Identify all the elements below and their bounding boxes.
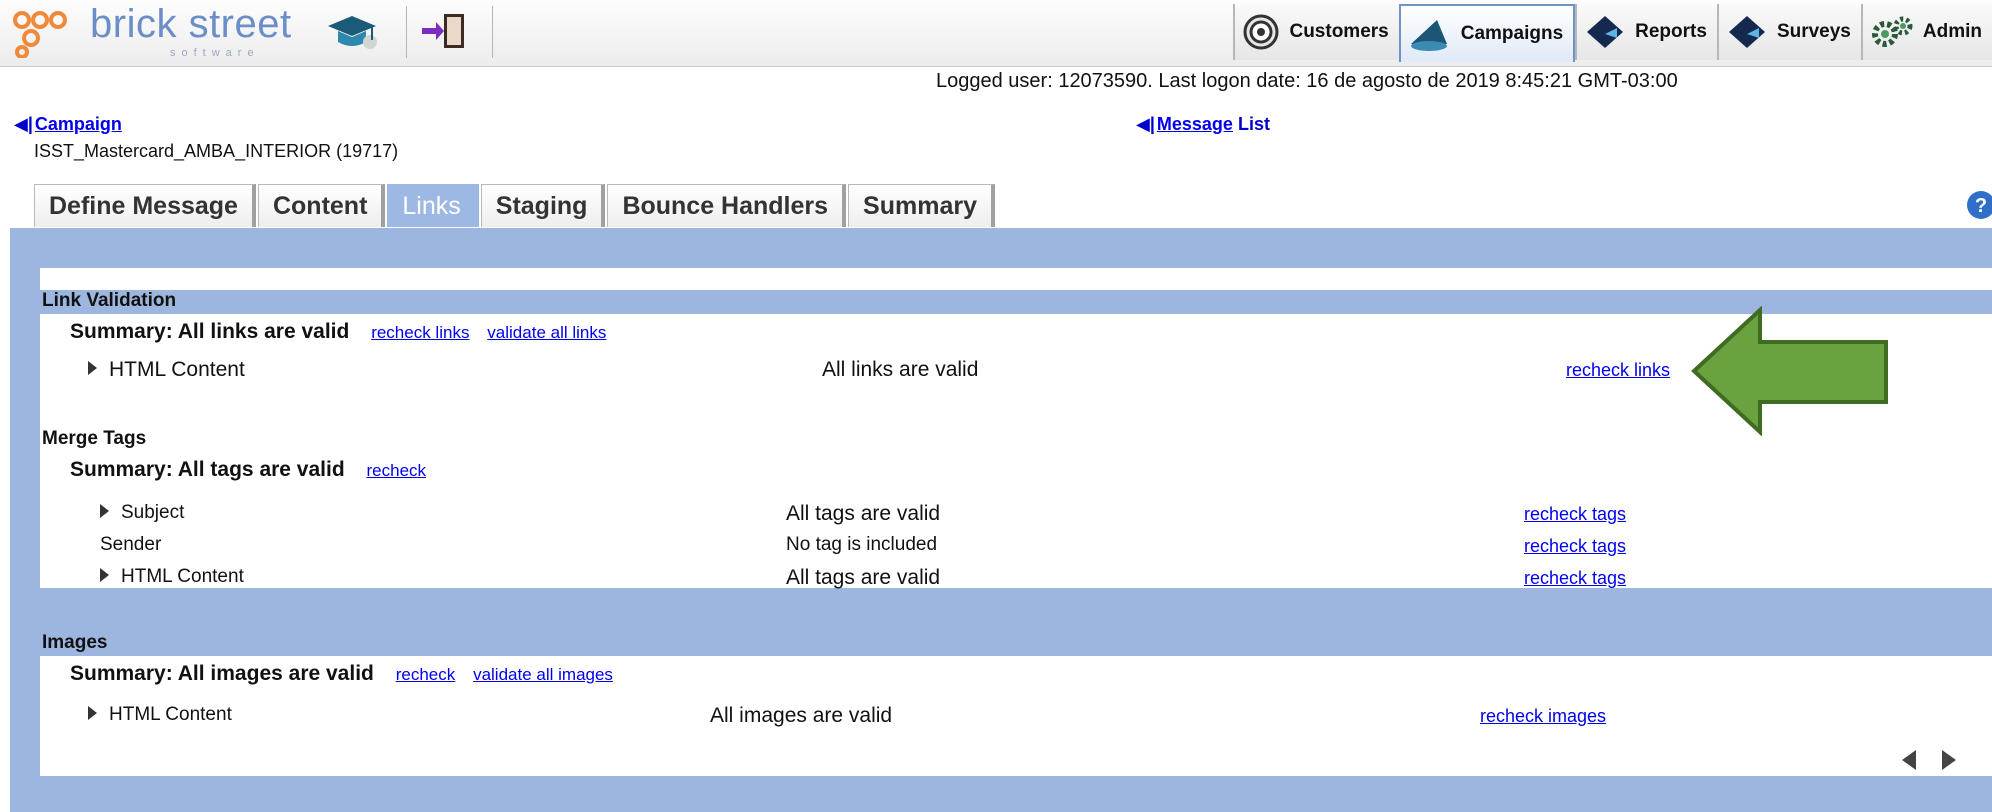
nav-tab-surveys[interactable]: Surveys [1716, 4, 1861, 60]
link-summary-text: Summary: All links are valid [70, 320, 350, 343]
list-item: Subject All tags are valid recheck tags [40, 502, 1992, 532]
nav-tab-label: Admin [1922, 21, 1982, 42]
section-merge-tags: Summary: All tags are valid recheck Subj… [40, 452, 1992, 589]
tab-staging[interactable]: Staging [480, 184, 606, 227]
message-link[interactable]: Message [1157, 114, 1233, 134]
back-arrow-icon: ◀| [1136, 114, 1155, 134]
validate-all-links-link[interactable]: validate all links [487, 323, 606, 342]
list-item: HTML Content All images are valid rechec… [40, 704, 1992, 734]
nav-tab-label: Campaigns [1460, 23, 1564, 44]
gears-icon [1871, 16, 1913, 47]
tab-content[interactable]: Content [257, 184, 386, 227]
row-name-text: HTML Content [109, 358, 245, 381]
images-summary-text: Summary: All images are valid [70, 662, 374, 685]
nav-tab-label: Surveys [1776, 21, 1851, 42]
panel-top-strip [40, 268, 1992, 290]
main-nav: Customers Campaigns Reports Surveys Admi… [1233, 4, 1992, 62]
row-name-text: HTML Content [109, 704, 232, 725]
nav-tab-label: Reports [1635, 21, 1707, 42]
expand-triangle-icon[interactable] [100, 503, 109, 518]
tags-summary-text: Summary: All tags are valid [70, 458, 345, 481]
row-status: All tags are valid [786, 566, 941, 589]
tags-summary: Summary: All tags are valid recheck [70, 458, 426, 482]
row-status: No tag is included [786, 534, 938, 555]
row-status: All tags are valid [786, 502, 941, 525]
list-item: HTML Content All tags are valid recheck … [40, 566, 1992, 596]
megaphone-icon [1410, 20, 1447, 51]
nav-tab-campaigns[interactable]: Campaigns [1398, 4, 1576, 62]
row-name-text: Subject [121, 502, 185, 523]
chart-book-icon [1587, 16, 1624, 48]
recheck-tags-link[interactable]: recheck tags [1524, 504, 1626, 525]
svg-text:?: ? [1975, 195, 1987, 217]
recheck-links-link[interactable]: recheck links [1566, 360, 1670, 381]
campaign-breadcrumb[interactable]: ◀| Campaign [14, 114, 122, 135]
logged-user-info: Logged user: 12073590. Last logon date: … [936, 70, 1678, 92]
tab-bounce-handlers[interactable]: Bounce Handlers [607, 184, 847, 227]
row-name[interactable]: HTML Content [88, 358, 245, 382]
recheck-tags-summary-link[interactable]: recheck [367, 461, 427, 480]
row-name[interactable]: Subject [100, 502, 184, 524]
row-name-text: HTML Content [121, 566, 244, 587]
list-label: List [1237, 114, 1270, 134]
survey-book-icon [1728, 16, 1765, 48]
tab-summary[interactable]: Summary [848, 184, 995, 227]
row-status: All links are valid [822, 358, 979, 381]
logo-text: brick street [90, 2, 292, 46]
recheck-images-summary-link[interactable]: recheck [396, 665, 456, 684]
scroll-left-icon[interactable] [1902, 750, 1916, 770]
scroll-right-icon[interactable] [1942, 750, 1956, 770]
section-header-images: Images [42, 632, 108, 653]
validate-all-images-link[interactable]: validate all images [473, 665, 613, 684]
graduation-cap-icon[interactable] [322, 6, 382, 56]
exit-door-icon[interactable] [414, 6, 474, 56]
logo-subtext: software [170, 47, 260, 59]
nav-tab-reports[interactable]: Reports [1575, 4, 1717, 60]
expand-triangle-icon[interactable] [100, 567, 109, 582]
nav-tab-admin[interactable]: Admin [1860, 4, 1992, 60]
scroll-arrows[interactable] [1898, 748, 1958, 772]
tab-links[interactable]: Links [387, 184, 479, 227]
recheck-images-link[interactable]: recheck images [1480, 706, 1606, 727]
tab-define-message[interactable]: Define Message [34, 184, 256, 227]
images-summary: Summary: All images are valid recheck va… [70, 662, 613, 686]
row-name: Sender [100, 534, 162, 555]
expand-triangle-icon[interactable] [88, 705, 97, 720]
link-summary: Summary: All links are valid recheck lin… [70, 320, 606, 344]
recheck-tags-link[interactable]: recheck tags [1524, 536, 1626, 557]
brick-street-logo: brick street software [10, 2, 310, 60]
recheck-links-link[interactable]: recheck links [371, 323, 469, 342]
campaign-name: ISST_Mastercard_AMBA_INTERIOR (19717) [34, 141, 399, 161]
row-name[interactable]: HTML Content [88, 704, 232, 726]
target-icon [1243, 14, 1279, 50]
row-status: All images are valid [710, 704, 893, 727]
recheck-tags-link[interactable]: recheck tags [1524, 568, 1626, 589]
section-images: Summary: All images are valid recheck va… [40, 656, 1992, 776]
list-item: Sender No tag is included recheck tags [40, 534, 1992, 564]
help-icon[interactable]: ? [1966, 190, 1992, 220]
nav-tab-customers[interactable]: Customers [1233, 4, 1399, 60]
toolbar-separator [492, 6, 493, 58]
toolbar-separator [406, 6, 407, 58]
back-arrow-icon: ◀| [14, 114, 33, 134]
nav-tab-label: Customers [1289, 21, 1389, 42]
row-name[interactable]: HTML Content [100, 566, 244, 588]
top-toolbar: brick street software Customers Campaign… [0, 0, 1992, 67]
expand-triangle-icon[interactable] [88, 361, 97, 376]
logo-icon [13, 11, 67, 58]
campaign-link[interactable]: Campaign [35, 114, 122, 134]
green-arrow-annotation [1691, 306, 1888, 436]
message-tabs: Define Message Content Links Staging Bou… [34, 184, 997, 228]
message-list-breadcrumb[interactable]: ◀| Message List [1136, 114, 1270, 135]
